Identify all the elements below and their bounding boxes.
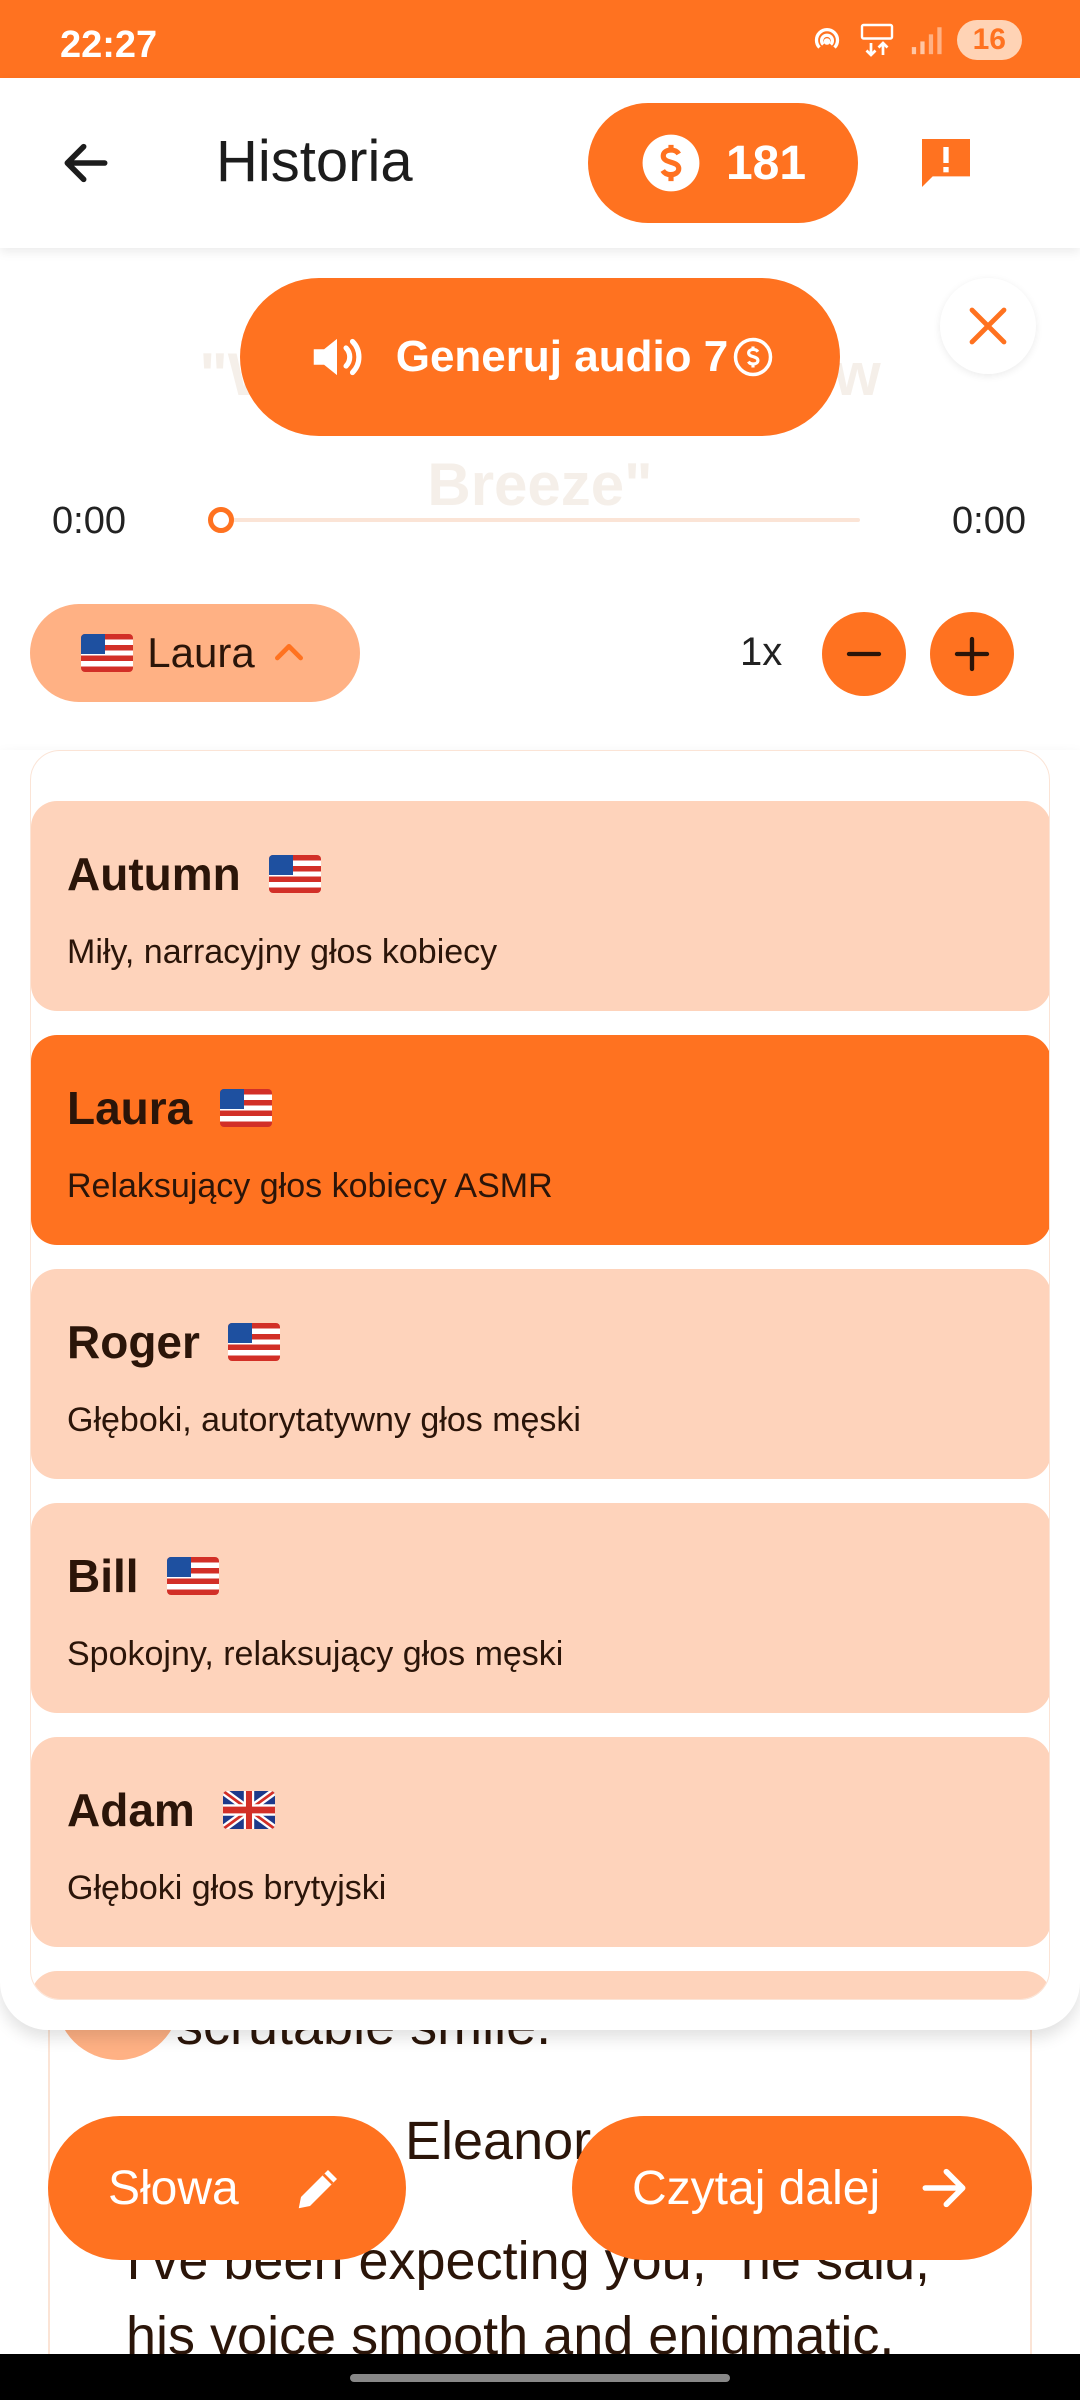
voice-description: Relaksujący głos kobiecy ASMR — [67, 1167, 553, 1205]
pencil-icon — [298, 2170, 337, 2209]
5g-data-icon — [860, 23, 893, 57]
us-flag-icon — [268, 855, 321, 893]
voice-description: Spokojny, relaksujący głos męski — [67, 1635, 564, 1673]
app-bar: Historia 181 — [0, 78, 1080, 248]
continue-reading-button[interactable]: Czytaj dalej — [572, 2116, 1032, 2260]
uk-flag-icon — [222, 1791, 275, 1829]
words-button[interactable]: Słowa — [48, 2116, 406, 2260]
voice-name: Bill — [67, 1550, 139, 1602]
voice-selector[interactable]: Laura — [30, 604, 360, 702]
coin-dollar-icon — [734, 337, 773, 377]
audio-seek-bar[interactable] — [220, 518, 860, 522]
voice-description: Miły, narracyjny głos kobiecy — [67, 933, 498, 971]
voice-option-adam[interactable]: Adam Głęboki głos brytyjski — [31, 1737, 1049, 1947]
plus-icon — [954, 636, 990, 672]
voice-name: Autumn — [67, 848, 241, 900]
system-nav-bar — [0, 2354, 1080, 2400]
signal-icon — [911, 27, 942, 55]
home-gesture-handle[interactable] — [350, 2374, 730, 2382]
words-button-label: Słowa — [108, 2161, 239, 2215]
coins-balance-button[interactable]: 181 — [588, 103, 858, 223]
total-time: 0:00 — [952, 500, 1026, 542]
voice-description: Głęboki, autorytatywny głos męski — [67, 1401, 581, 1439]
voice-option-roger[interactable]: Roger Głęboki, autorytatywny głos męski — [31, 1269, 1049, 1479]
coins-count: 181 — [725, 136, 807, 190]
generate-audio-button[interactable]: Generuj audio 7 — [240, 278, 840, 436]
speed-decrease-button[interactable] — [822, 612, 906, 696]
speaker-icon — [313, 338, 362, 376]
us-flag-icon — [220, 1089, 273, 1127]
voice-option-bill[interactable]: Bill Spokojny, relaksujący głos męski — [31, 1503, 1049, 1713]
page-title: Historia — [216, 129, 413, 194]
battery-indicator: 16 — [956, 20, 1022, 60]
voice-option-header: Laura — [67, 1081, 273, 1135]
voice-description: Głęboki głos brytyjski — [67, 1869, 387, 1907]
voice-option-header: Bill — [67, 1549, 219, 1603]
close-button[interactable] — [940, 278, 1036, 374]
voice-option-partial[interactable] — [31, 1971, 1049, 1999]
arrow-right-icon — [922, 2168, 966, 2208]
generate-audio-label: Generuj audio 7 — [395, 332, 729, 381]
voice-option-header: Autumn — [67, 847, 321, 901]
status-time: 22:27 — [60, 24, 158, 66]
voice-name: Laura — [67, 1082, 193, 1134]
voice-name: Adam — [67, 1784, 195, 1836]
voice-dropdown: Autumn Miły, narracyjny głos kobiecy Lau… — [0, 750, 1080, 2030]
us-flag-icon — [227, 1323, 280, 1361]
current-time: 0:00 — [52, 500, 126, 542]
story-text-line: Eleanor — [405, 2111, 592, 2171]
voice-name: Roger — [67, 1316, 200, 1368]
speed-increase-button[interactable] — [930, 612, 1014, 696]
voice-option-laura[interactable]: Laura Relaksujący głos kobiecy ASMR — [31, 1035, 1049, 1245]
coin-dollar-icon — [642, 134, 700, 192]
us-flag-icon — [81, 634, 134, 672]
seek-bar-knob[interactable] — [208, 507, 234, 533]
voice-option-header: Adam — [67, 1783, 275, 1837]
back-button[interactable] — [46, 123, 126, 203]
arrow-left-icon — [64, 143, 108, 183]
minus-icon — [846, 651, 882, 657]
report-icon — [922, 139, 970, 187]
chevron-up-icon — [274, 644, 303, 661]
voice-option-header: Roger — [67, 1315, 280, 1369]
us-flag-icon — [166, 1557, 219, 1595]
close-icon — [969, 307, 1007, 345]
voice-list: Autumn Miły, narracyjny głos kobiecy Lau… — [30, 750, 1050, 2000]
continue-reading-label: Czytaj dalej — [632, 2161, 881, 2215]
status-icons: 16 — [809, 20, 1022, 60]
selected-voice-label: Laura — [147, 629, 255, 676]
voice-option-autumn[interactable]: Autumn Miły, narracyjny głos kobiecy — [31, 801, 1049, 1011]
hotspot-icon — [814, 28, 839, 49]
status-bar: 22:27 16 — [0, 0, 1080, 78]
report-button[interactable] — [906, 123, 986, 203]
playback-speed-label: 1x — [740, 630, 783, 674]
